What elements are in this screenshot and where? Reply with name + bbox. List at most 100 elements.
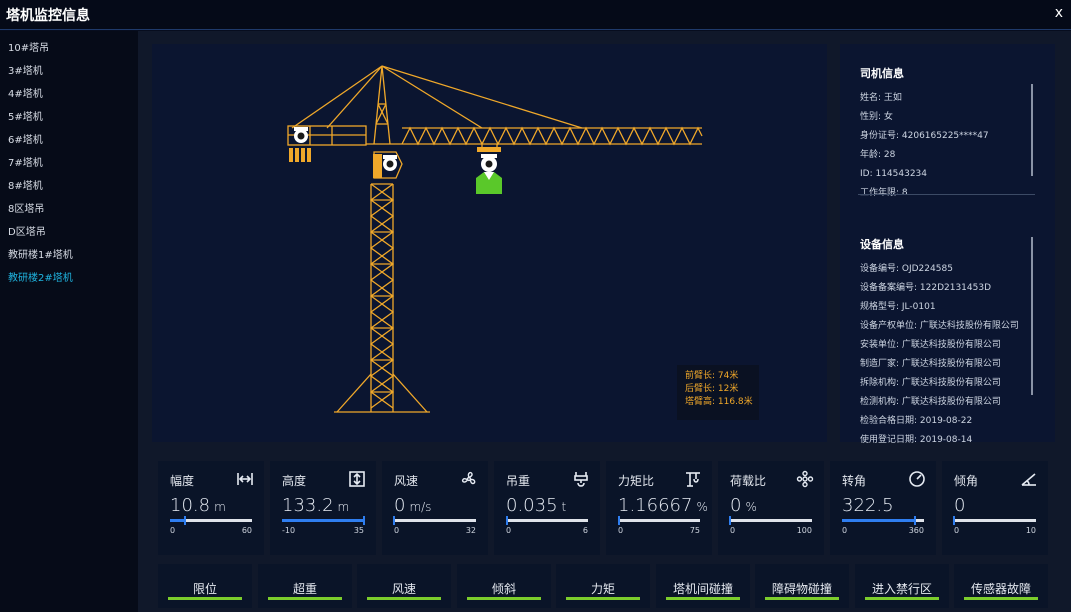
hook-camera-icon [476, 147, 502, 194]
gauge-card-torque: 力矩比 1.16667% 0 75 [606, 461, 712, 555]
alarm-label: 障碍物碰撞 [771, 582, 832, 596]
gauge-card-load-ratio: 荷载比 0% 0 100 [718, 461, 824, 555]
alarm-status-bar [168, 597, 242, 600]
driver-info-line: ID: 114543234 [860, 169, 928, 179]
alarm-tilt-button[interactable]: 倾斜 [457, 564, 551, 608]
gauge-name: 风速 [394, 474, 419, 488]
gauge-fill [170, 519, 185, 522]
title-bar: 塔机监控信息 x [0, 0, 1071, 30]
gauge-name: 高度 [282, 474, 307, 488]
gauge-track [505, 516, 588, 525]
alarm-label: 风速 [391, 582, 416, 596]
device-info-line: 拆除机构: 广联达科技股份有限公司 [860, 378, 1001, 388]
device-info-line: 规格型号: JL-0101 [860, 302, 936, 312]
driver-info-line: 身份证号: 4206165225****47 [860, 131, 989, 141]
device-info-line: 设备产权单位: 广联达科技股份有限公司 [860, 321, 1019, 331]
device-info-heading: 设备信息 [860, 238, 904, 251]
gauge-track [953, 516, 1036, 525]
gauge-min: 0 [954, 526, 960, 535]
sidebar-item-crane[interactable]: 3#塔机 [0, 60, 138, 83]
alarm-label: 塔机间碰撞 [672, 582, 733, 596]
camera-icon [294, 127, 308, 143]
load-ratio-icon [796, 470, 814, 488]
gauge-value-number: 0 [394, 495, 406, 516]
device-info-line: 制造厂家: 广联达科技股份有限公司 [860, 359, 1001, 369]
gauge-min: -10 [282, 526, 296, 535]
sidebar-item-crane-active[interactable]: 教研楼2#塔机 [0, 267, 138, 290]
gauge-knob [953, 516, 955, 525]
sidebar-item-crane[interactable]: 6#塔机 [0, 129, 138, 152]
info-panel: 司机信息 姓名: 王如 性别: 女 身份证号: 4206165225****47… [840, 44, 1055, 445]
gauge-max: 100 [796, 526, 812, 535]
alarm-crane-collision-button[interactable]: 塔机间碰撞 [656, 564, 750, 608]
sidebar-item-crane[interactable]: 4#塔机 [0, 83, 138, 106]
gauge-value: 0 m/s [394, 495, 431, 516]
alarm-status-bar [765, 597, 839, 600]
tower-height: 塔臂高: 116.8米 [685, 397, 753, 407]
gauge-value: 322.5 [842, 495, 898, 516]
gauge-value: 10.8 m [170, 495, 226, 516]
gauge-max: 32 [465, 526, 476, 535]
gauge-min: 0 [730, 526, 736, 535]
gauge-track [729, 516, 812, 525]
alarm-limit-button[interactable]: 限位 [158, 564, 252, 608]
rear-arm-length: 后臂长: 12米 [685, 384, 739, 394]
gauge-value: 1.16667% [618, 495, 708, 516]
front-arm-length: 前臂长: 74米 [685, 371, 739, 381]
sidebar-item-crane[interactable]: 8区塔吊 [0, 198, 138, 221]
sidebar-item-crane[interactable]: 7#塔机 [0, 152, 138, 175]
device-info-line: 使用登记日期: 2019-08-14 [860, 435, 973, 445]
gauge-knob [618, 516, 621, 525]
alarm-overweight-button[interactable]: 超重 [258, 564, 352, 608]
section-divider [858, 194, 1035, 195]
gauge-card-tilt: 倾角 0 0 10 [942, 461, 1048, 555]
alarm-status-bar [268, 597, 342, 600]
gauge-value-number: 322.5 [842, 495, 894, 516]
alarm-label: 超重 [292, 582, 317, 596]
gauge-value-number: 0 [954, 495, 966, 516]
gauge-value: 0 [954, 495, 969, 516]
gauge-name: 倾角 [954, 474, 979, 488]
sidebar-item-crane[interactable]: D区塔吊 [0, 221, 138, 244]
hook-weight-icon [574, 472, 588, 487]
driver-scrollbar[interactable] [1031, 84, 1033, 176]
gauge-value-number: 0 [730, 495, 742, 516]
counterweight-icon [289, 148, 382, 178]
alarm-obstacle-collision-button[interactable]: 障碍物碰撞 [755, 564, 849, 608]
driver-info-line: 年龄: 28 [860, 150, 896, 160]
gauge-max: 360 [908, 526, 924, 535]
height-box-icon [349, 471, 365, 487]
gauge-value-number: 0.035 [506, 495, 558, 516]
gauge-max: 75 [689, 526, 700, 535]
gauge-knob [393, 516, 395, 525]
gauge-unit: t [561, 500, 567, 514]
tilt-angle-icon [1021, 473, 1036, 486]
device-info-line: 设备备案编号: 122D2131453D [860, 283, 992, 293]
sidebar-item-crane[interactable]: 10#塔吊 [0, 37, 138, 60]
gauge-unit: m [214, 500, 226, 514]
gauge-card-height: 高度 133.2 m -10 35 [270, 461, 376, 555]
torque-icon [686, 472, 700, 487]
camera-icon [383, 155, 397, 171]
gauge-knob [363, 516, 365, 525]
sidebar-item-crane[interactable]: 8#塔机 [0, 175, 138, 198]
alarm-torque-button[interactable]: 力矩 [556, 564, 650, 608]
alarm-label: 进入禁行区 [871, 582, 932, 596]
gauge-fill [842, 519, 916, 522]
gauge-max: 35 [353, 526, 364, 535]
close-button[interactable]: x [1055, 5, 1063, 21]
gauge-min: 0 [170, 526, 176, 535]
crane-list-sidebar: 10#塔吊 3#塔机 4#塔机 5#塔机 6#塔机 7#塔机 8#塔机 8区塔吊… [0, 31, 138, 612]
gauge-card-wind: 风速 0 m/s 0 32 [382, 461, 488, 555]
alarm-status-bar [666, 597, 740, 600]
gauge-card-rotation: 转角 322.5 0 360 [830, 461, 936, 555]
alarm-sensor-fault-button[interactable]: 传感器故障 [954, 564, 1048, 608]
device-scrollbar[interactable] [1031, 237, 1033, 395]
alarm-wind-button[interactable]: 风速 [357, 564, 451, 608]
sidebar-item-crane[interactable]: 5#塔机 [0, 106, 138, 129]
gauge-unit: m [337, 500, 350, 514]
device-info-line: 检测机构: 广联达科技股份有限公司 [860, 397, 1001, 407]
gauge-track [170, 516, 252, 525]
sidebar-item-crane[interactable]: 教研楼1#塔机 [0, 244, 138, 267]
alarm-restricted-zone-button[interactable]: 进入禁行区 [855, 564, 949, 608]
